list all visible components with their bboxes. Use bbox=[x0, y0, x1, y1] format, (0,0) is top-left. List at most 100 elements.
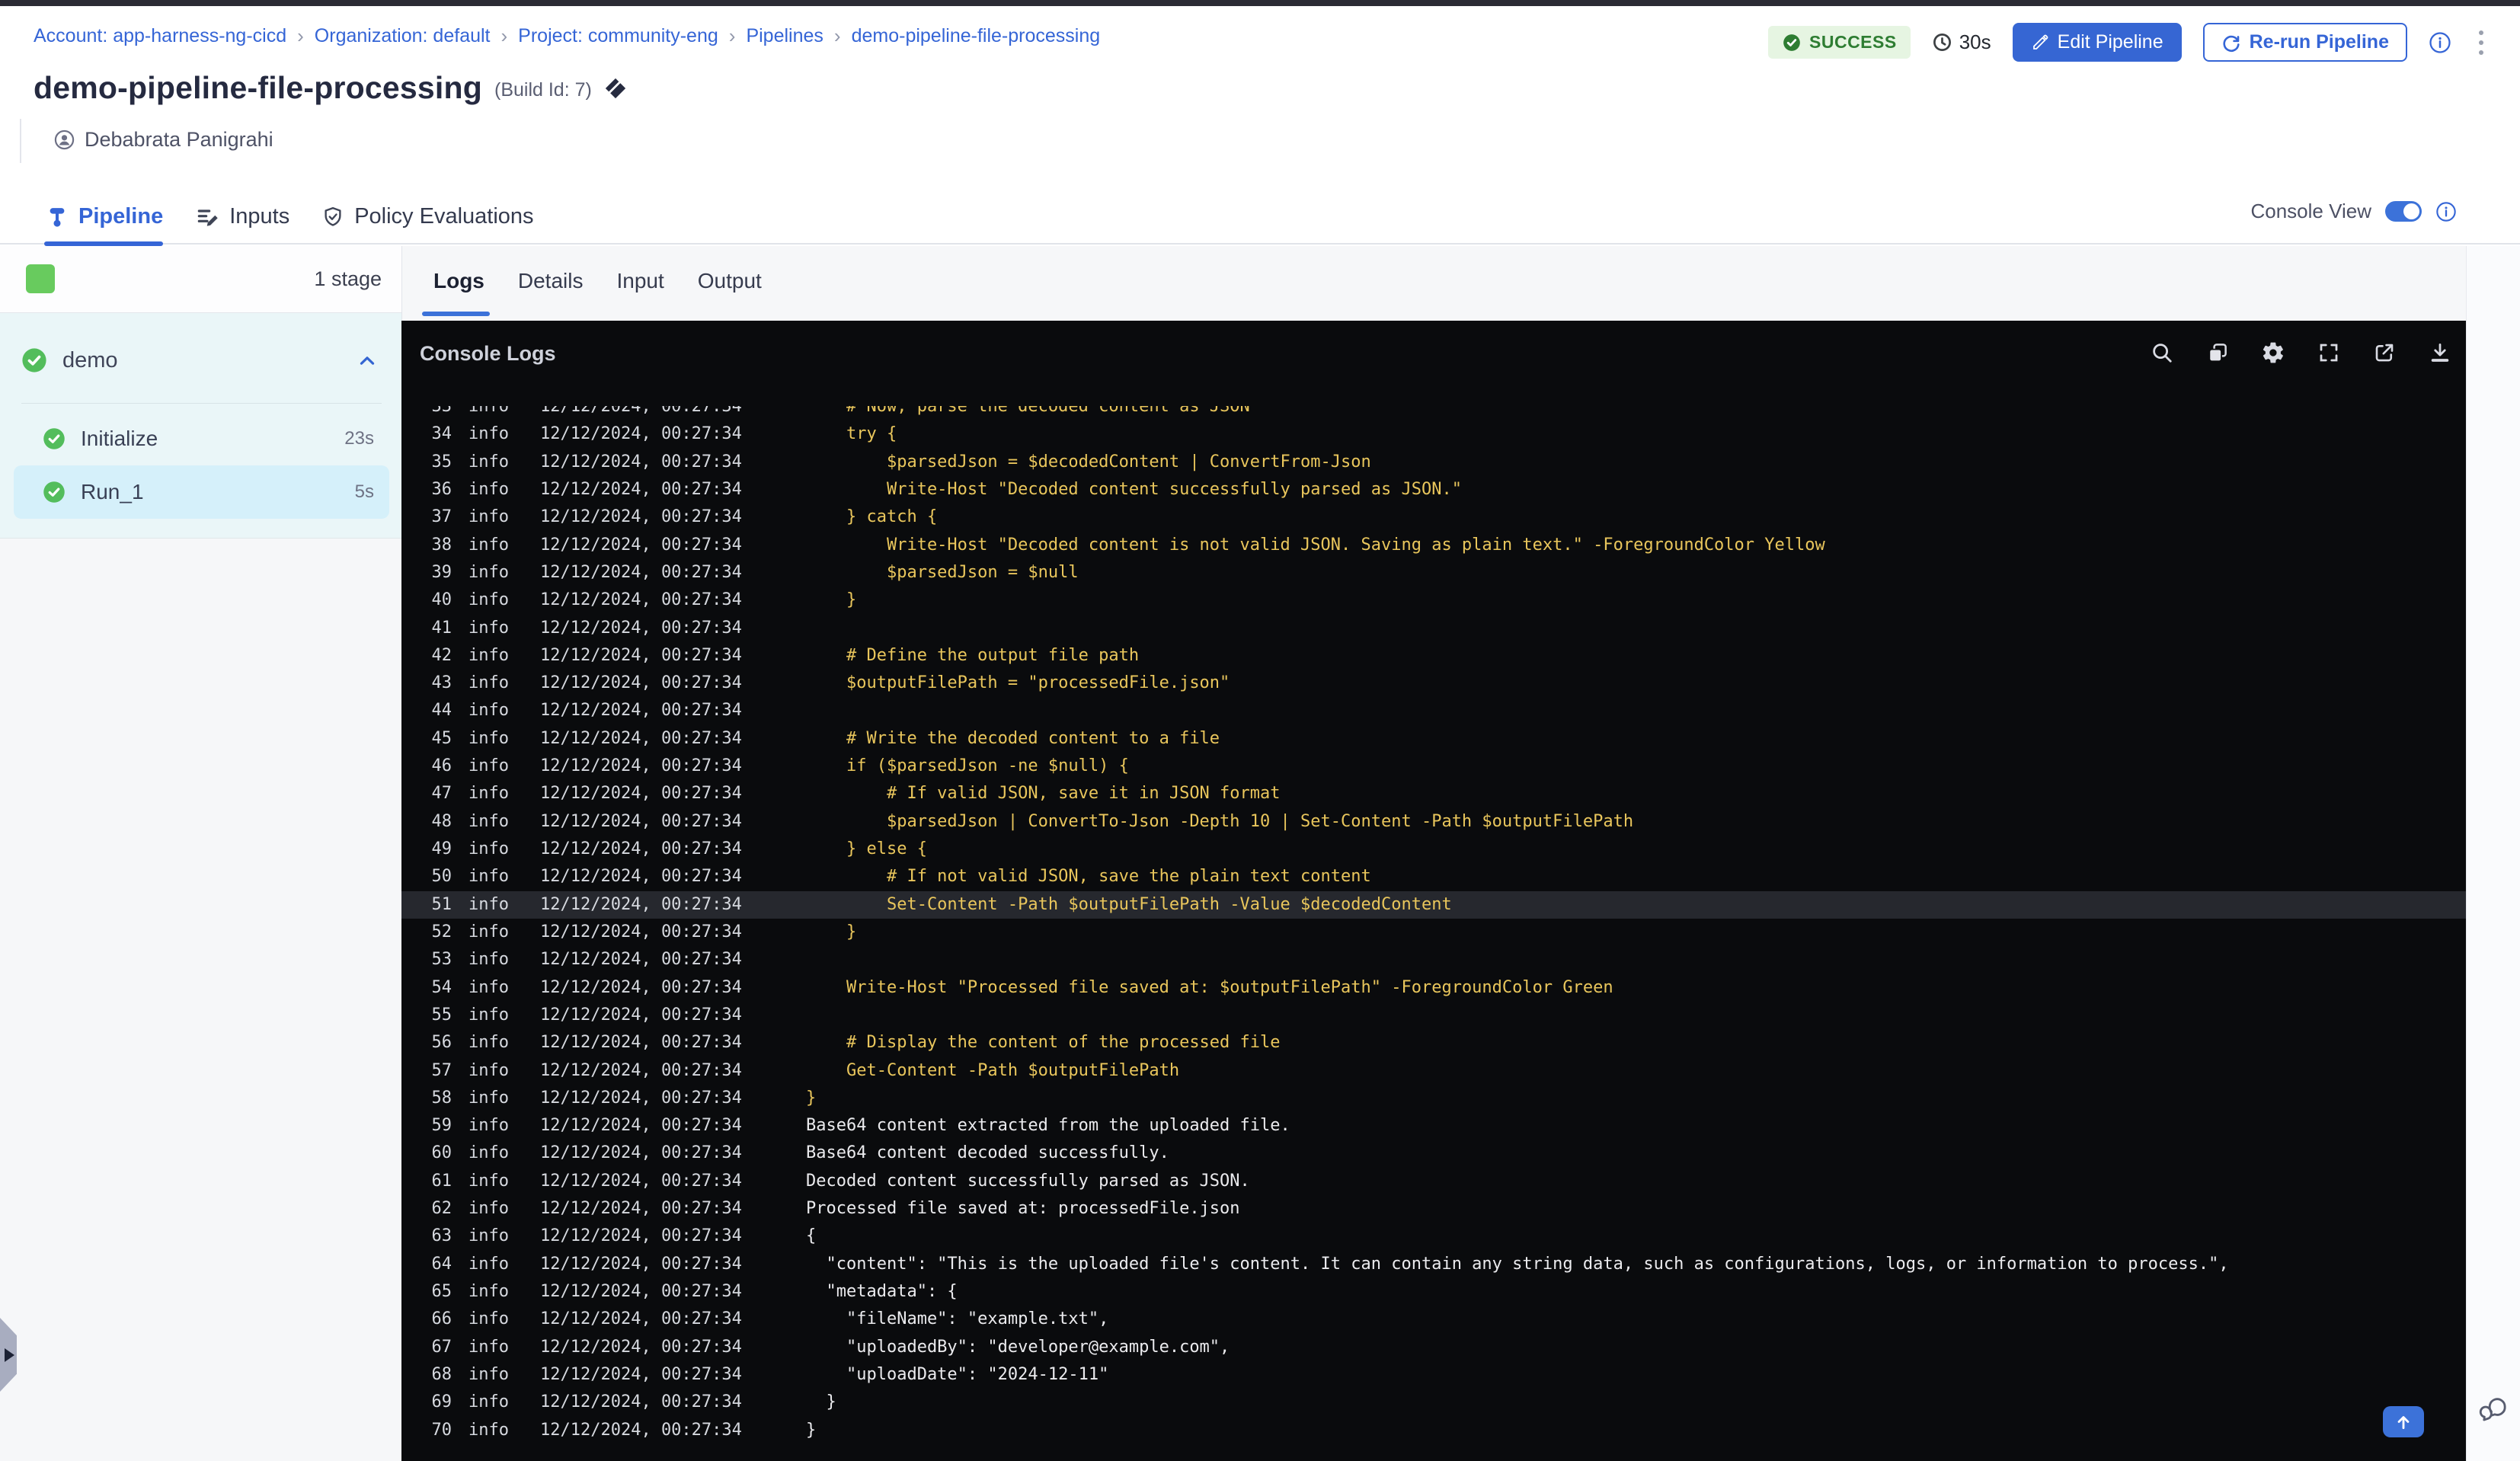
log-row: 57 info 12/12/2024, 00:27:34 Get-Content -… bbox=[401, 1057, 2466, 1085]
log-message: try { bbox=[806, 424, 897, 444]
tab-details[interactable]: Details bbox=[518, 269, 584, 293]
pipeline-diamond-icon bbox=[605, 78, 625, 98]
log-level: info bbox=[469, 1060, 509, 1080]
settings-icon[interactable] bbox=[2261, 340, 2285, 365]
log-line-number: 43 bbox=[431, 673, 453, 693]
tab-output[interactable]: Output bbox=[698, 269, 762, 293]
step-initialize[interactable]: Initialize 23s bbox=[14, 412, 389, 465]
tab-policy-evaluations[interactable]: Policy Evaluations bbox=[321, 204, 534, 229]
log-message: $parsedJson = $decodedContent | ConvertF… bbox=[806, 452, 1371, 472]
log-line-number: 67 bbox=[431, 1337, 453, 1357]
log-line-number: 70 bbox=[431, 1420, 453, 1440]
log-timestamp: 12/12/2024, 00:27:34 bbox=[540, 507, 742, 527]
log-row: 37 info 12/12/2024, 00:27:34 } catch { bbox=[401, 504, 2466, 531]
breadcrumb-item[interactable]: Project: community-eng bbox=[518, 25, 718, 47]
status-text: SUCCESS bbox=[1809, 32, 1897, 52]
log-line-number: 57 bbox=[431, 1060, 453, 1080]
log-timestamp: 12/12/2024, 00:27:34 bbox=[540, 406, 742, 416]
log-row: 61 info 12/12/2024, 00:27:34 Decoded conten… bbox=[401, 1168, 2466, 1195]
tab-pipeline[interactable]: Pipeline bbox=[46, 204, 163, 229]
tab-logs[interactable]: Logs bbox=[433, 269, 484, 293]
log-line-number: 48 bbox=[431, 811, 453, 831]
breadcrumb-item[interactable]: Account: app-harness-ng-cicd bbox=[34, 25, 286, 47]
page-title: demo-pipeline-file-processing bbox=[34, 70, 482, 105]
step-label: Initialize bbox=[81, 427, 158, 450]
log-level: info bbox=[469, 479, 509, 499]
log-level: info bbox=[469, 1143, 509, 1163]
tab-inputs[interactable]: Inputs bbox=[195, 204, 289, 229]
log-level: info bbox=[469, 811, 509, 831]
breadcrumb: Account: app-harness-ng-cicd › Organizatio… bbox=[34, 24, 1100, 48]
breadcrumb-item[interactable]: Pipelines bbox=[746, 25, 823, 47]
chevron-up-icon[interactable] bbox=[356, 350, 379, 372]
breadcrumb-separator: › bbox=[297, 24, 304, 47]
breadcrumb-separator: › bbox=[833, 24, 841, 47]
log-level: info bbox=[469, 839, 509, 858]
log-line-number: 64 bbox=[431, 1254, 453, 1274]
execution-sidebar: 1 stage demo Initialize 23s Run_1 5s bbox=[0, 246, 401, 1461]
copy-icon[interactable] bbox=[2205, 340, 2230, 365]
log-row: 49 info 12/12/2024, 00:27:34 } else { bbox=[401, 836, 2466, 863]
window-top-strip bbox=[0, 0, 2520, 6]
content-area: 1 stage demo Initialize 23s Run_1 5s Log… bbox=[0, 246, 2520, 1461]
log-level: info bbox=[469, 894, 509, 914]
log-timestamp: 12/12/2024, 00:27:34 bbox=[540, 977, 742, 997]
log-line-number: 56 bbox=[431, 1033, 453, 1053]
log-message: $outputFilePath = "processedFile.json" bbox=[806, 673, 1230, 693]
download-icon[interactable] bbox=[2428, 340, 2452, 365]
chat-bubbles-icon[interactable] bbox=[2479, 1395, 2509, 1425]
log-message: $parsedJson | ConvertTo-Json -Depth 10 |… bbox=[806, 811, 1634, 831]
log-row: 46 info 12/12/2024, 00:27:34 if ($parsedJs… bbox=[401, 753, 2466, 780]
console-title: Console Logs bbox=[420, 342, 556, 365]
log-viewport[interactable]: 33 info 12/12/2024, 00:27:34 # Now, parse … bbox=[401, 406, 2466, 1461]
log-row: 70 info 12/12/2024, 00:27:34} bbox=[401, 1417, 2466, 1444]
stage-divider bbox=[21, 403, 382, 404]
search-icon[interactable] bbox=[2150, 340, 2174, 365]
log-timestamp: 12/12/2024, 00:27:34 bbox=[540, 673, 742, 693]
log-row: 43 info 12/12/2024, 00:27:34 $outputFilePa… bbox=[401, 670, 2466, 697]
log-line-number: 58 bbox=[431, 1088, 453, 1108]
log-level: info bbox=[469, 1337, 509, 1357]
breadcrumb-item[interactable]: Organization: default bbox=[315, 25, 491, 47]
console-view-info-icon[interactable] bbox=[2435, 201, 2457, 222]
log-message: # Write the decoded content to a file bbox=[806, 728, 1220, 748]
log-timestamp: 12/12/2024, 00:27:34 bbox=[540, 756, 742, 776]
author-row: Debabrata Panigrahi bbox=[53, 128, 273, 152]
stage-group-demo[interactable]: demo bbox=[0, 336, 401, 385]
info-icon[interactable] bbox=[2429, 31, 2451, 54]
fullscreen-icon[interactable] bbox=[2317, 340, 2341, 365]
log-level: info bbox=[469, 1199, 509, 1219]
log-line-number: 50 bbox=[431, 867, 453, 887]
edit-pipeline-button[interactable]: Edit Pipeline bbox=[2012, 23, 2182, 62]
log-message: # If valid JSON, save it in JSON format bbox=[806, 784, 1281, 804]
console-view-toggle[interactable] bbox=[2385, 201, 2422, 222]
breadcrumb-item[interactable]: demo-pipeline-file-processing bbox=[852, 25, 1101, 47]
log-level: info bbox=[469, 701, 509, 721]
log-row: 55 info 12/12/2024, 00:27:34 bbox=[401, 1002, 2466, 1029]
step-duration: 5s bbox=[354, 481, 374, 502]
kebab-menu-icon[interactable] bbox=[2473, 27, 2490, 58]
log-timestamp: 12/12/2024, 00:27:34 bbox=[540, 701, 742, 721]
log-row: 38 info 12/12/2024, 00:27:34 Write-Host "D… bbox=[401, 532, 2466, 559]
log-message: "fileName": "example.txt", bbox=[806, 1309, 1109, 1329]
log-line-number: 60 bbox=[431, 1143, 453, 1163]
scroll-to-top-button[interactable] bbox=[2383, 1406, 2424, 1437]
log-message: $parsedJson = $null bbox=[806, 562, 1079, 582]
step-run-1[interactable]: Run_1 5s bbox=[14, 465, 389, 519]
right-strip bbox=[2466, 246, 2520, 1461]
stage-summary-bar: 1 stage bbox=[0, 246, 401, 313]
log-level: info bbox=[469, 867, 509, 887]
open-in-new-icon[interactable] bbox=[2372, 340, 2397, 365]
log-line-number: 40 bbox=[431, 590, 453, 610]
log-message: } bbox=[806, 590, 857, 610]
log-timestamp: 12/12/2024, 00:27:34 bbox=[540, 784, 742, 804]
tab-input[interactable]: Input bbox=[616, 269, 664, 293]
log-message: } catch { bbox=[806, 507, 938, 527]
title-row: demo-pipeline-file-processing (Build Id:… bbox=[34, 70, 627, 106]
rerun-pipeline-button[interactable]: Re-run Pipeline bbox=[2202, 23, 2407, 62]
log-row: 63 info 12/12/2024, 00:27:34 { bbox=[401, 1223, 2466, 1250]
log-row: 34 info 12/12/2024, 00:27:34 try { bbox=[401, 420, 2466, 448]
log-list: 33 info 12/12/2024, 00:27:34 # Now, parse … bbox=[401, 406, 2466, 1444]
log-timestamp: 12/12/2024, 00:27:34 bbox=[540, 1116, 742, 1136]
log-level: info bbox=[469, 977, 509, 997]
